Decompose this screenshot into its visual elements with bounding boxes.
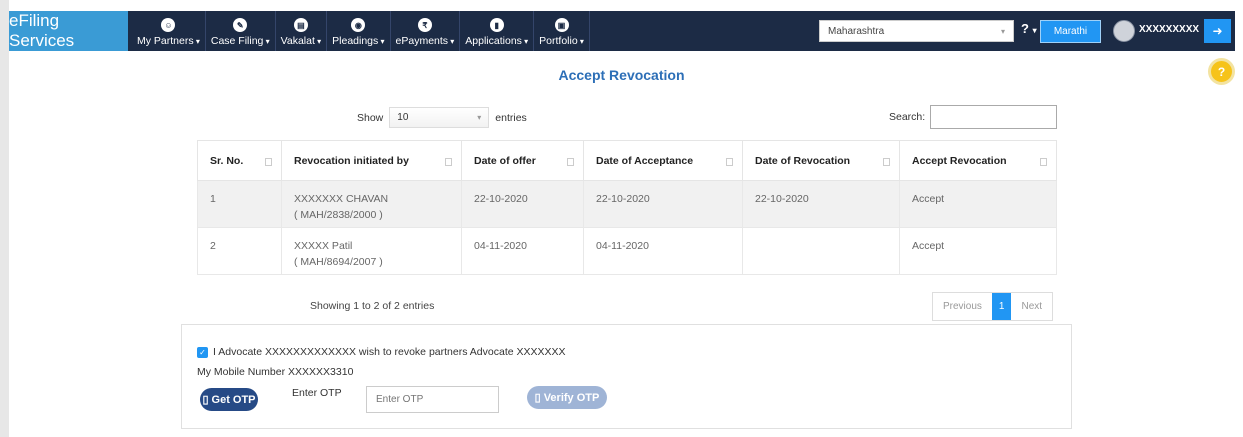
menu-label: Pleadings bbox=[332, 35, 384, 47]
revocation-table: Sr. No. Revocation initiated by Date of … bbox=[197, 140, 1057, 275]
accept-link[interactable]: Accept bbox=[899, 180, 1057, 228]
menu-label: Applications bbox=[465, 35, 528, 47]
chevron-down-icon: ▾ bbox=[1000, 26, 1005, 36]
table-info: Showing 1 to 2 of 2 entries bbox=[310, 300, 435, 312]
column-header[interactable]: Date of Acceptance bbox=[583, 140, 743, 181]
cell-sr: 1 bbox=[197, 180, 282, 228]
brand-logo[interactable]: eFiling Services bbox=[9, 11, 128, 51]
page-button-1[interactable]: 1 bbox=[991, 293, 1012, 320]
column-header[interactable]: Accept Revocation bbox=[899, 140, 1057, 181]
menu-case-filing[interactable]: ✎ Case Filing bbox=[206, 11, 276, 51]
handshake-icon: ◉ bbox=[351, 18, 366, 32]
main-menu: ☺ My Partners ✎ Case Filing ▤ Vakalat ◉ … bbox=[128, 11, 590, 51]
menu-applications[interactable]: ▮ Applications bbox=[460, 11, 535, 51]
file-icon: ▮ bbox=[489, 18, 504, 32]
entries-length-control: Show 10 ▾ entries bbox=[357, 107, 527, 128]
rupee-icon: ₹ bbox=[417, 18, 432, 32]
pencil-icon: ✎ bbox=[233, 18, 248, 32]
enter-otp-label: Enter OTP bbox=[292, 387, 342, 399]
table-row: 1 XXXXXXX CHAVAN ( MAH/2838/2000 ) 22-10… bbox=[197, 180, 1057, 228]
column-header[interactable]: Date of Revocation bbox=[742, 140, 900, 181]
otp-panel: ✓ I Advocate XXXXXXXXXXXXX wish to revok… bbox=[181, 324, 1072, 429]
next-button[interactable]: Next bbox=[1011, 293, 1052, 320]
entries-select-value: 10 bbox=[397, 112, 409, 123]
declaration-checkbox[interactable]: ✓ bbox=[197, 346, 208, 358]
chevron-down-icon: ▾ bbox=[477, 113, 482, 122]
menu-epayments[interactable]: ₹ ePayments bbox=[391, 11, 461, 51]
cell-offer: 22-10-2020 bbox=[461, 180, 584, 228]
menu-label: Case Filing bbox=[211, 35, 270, 47]
phone-icon: ▯ bbox=[202, 394, 209, 406]
cell-revocation bbox=[742, 227, 900, 275]
column-header[interactable]: Sr. No. bbox=[197, 140, 282, 181]
cell-sr: 2 bbox=[197, 227, 282, 275]
top-navbar: eFiling Services ☺ My Partners ✎ Case Fi… bbox=[9, 11, 1235, 51]
pagination: Previous 1 Next bbox=[932, 292, 1054, 321]
previous-button[interactable]: Previous bbox=[933, 293, 992, 320]
advocate-name: XXXXX Patil bbox=[294, 240, 353, 252]
cell-offer: 04-11-2020 bbox=[461, 227, 584, 275]
username[interactable]: XXXXXXXXX bbox=[1139, 24, 1199, 35]
cell-acceptance: 22-10-2020 bbox=[583, 180, 743, 228]
cell-initiated-by: XXXXX Patil ( MAH/8694/2007 ) bbox=[281, 227, 462, 275]
logout-icon[interactable]: ➜ bbox=[1204, 19, 1231, 43]
table-search: Search: bbox=[889, 105, 1058, 129]
menu-label: ePayments bbox=[396, 35, 455, 47]
state-select-value: Maharashtra bbox=[828, 25, 885, 37]
menu-pleadings[interactable]: ◉ Pleadings bbox=[327, 11, 391, 51]
get-otp-button[interactable]: ▯ Get OTP bbox=[200, 388, 258, 411]
verify-otp-button[interactable]: ▯ Verify OTP bbox=[527, 386, 607, 409]
document-icon: ▤ bbox=[293, 18, 308, 32]
avatar[interactable] bbox=[1113, 20, 1135, 42]
help-dropdown[interactable]: ? ▾ bbox=[1021, 21, 1037, 36]
search-label: Search: bbox=[889, 111, 926, 123]
otp-input[interactable] bbox=[366, 386, 499, 413]
table-header-row: Sr. No. Revocation initiated by Date of … bbox=[197, 140, 1057, 181]
phone-icon: ▯ bbox=[534, 392, 541, 404]
menu-label: Portfolio bbox=[539, 35, 584, 47]
menu-label: My Partners bbox=[137, 35, 200, 47]
accept-link[interactable]: Accept bbox=[899, 227, 1057, 275]
chevron-down-icon: ▾ bbox=[1032, 26, 1037, 35]
menu-label: Vakalat bbox=[281, 35, 322, 47]
cell-revocation: 22-10-2020 bbox=[742, 180, 900, 228]
get-otp-label: Get OTP bbox=[211, 393, 256, 406]
language-button[interactable]: Marathi bbox=[1040, 20, 1101, 43]
state-select[interactable]: Maharashtra ▾ bbox=[819, 20, 1014, 42]
help-label: ? bbox=[1021, 21, 1029, 36]
table-row: 2 XXXXX Patil ( MAH/8694/2007 ) 04-11-20… bbox=[197, 227, 1057, 275]
advocate-name: XXXXXXX CHAVAN bbox=[294, 193, 389, 205]
advocate-reg: ( MAH/8694/2007 ) bbox=[294, 256, 383, 268]
menu-vakalat[interactable]: ▤ Vakalat bbox=[276, 11, 328, 51]
cell-acceptance: 04-11-2020 bbox=[583, 227, 743, 275]
search-input[interactable] bbox=[930, 105, 1058, 129]
partners-icon: ☺ bbox=[161, 18, 176, 32]
verify-otp-label: Verify OTP bbox=[543, 391, 600, 404]
advocate-reg: ( MAH/2838/2000 ) bbox=[294, 209, 383, 221]
declaration-row: ✓ I Advocate XXXXXXXXXXXXX wish to revok… bbox=[197, 346, 566, 358]
menu-portfolio[interactable]: ▣ Portfolio bbox=[534, 11, 590, 51]
briefcase-icon: ▣ bbox=[554, 18, 569, 32]
entries-label: entries bbox=[495, 111, 527, 124]
page-title: Accept Revocation bbox=[558, 67, 685, 83]
column-header[interactable]: Revocation initiated by bbox=[281, 140, 462, 181]
mobile-number: My Mobile Number XXXXXX3310 bbox=[197, 366, 354, 378]
entries-select[interactable]: 10 ▾ bbox=[389, 107, 490, 128]
cell-initiated-by: XXXXXXX CHAVAN ( MAH/2838/2000 ) bbox=[281, 180, 462, 228]
column-header[interactable]: Date of offer bbox=[461, 140, 584, 181]
declaration-text: I Advocate XXXXXXXXXXXXX wish to revoke … bbox=[213, 346, 566, 358]
show-label: Show bbox=[357, 111, 384, 124]
menu-my-partners[interactable]: ☺ My Partners bbox=[132, 11, 206, 51]
